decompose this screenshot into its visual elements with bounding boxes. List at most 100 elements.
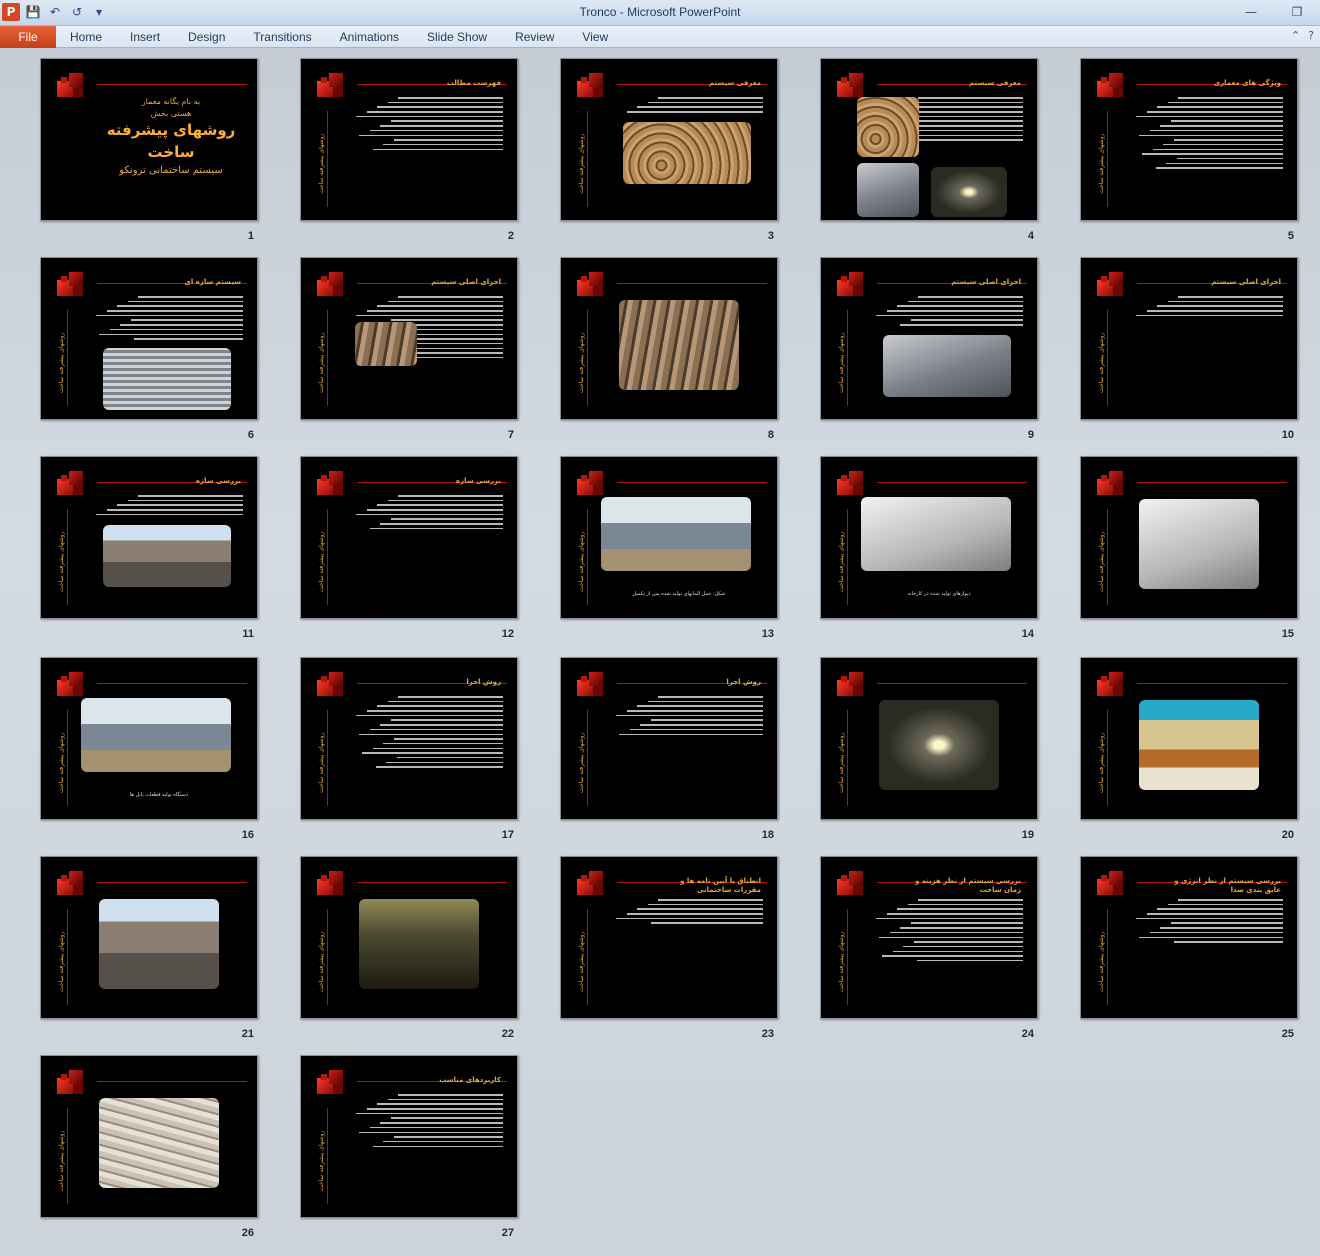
slide-side-label: روشهای پیشرفته ساخت [58,732,65,794]
slide-thumbnail-24[interactable]: روشهای پیشرفته ساخت بررسی سیستم از نظر هز… [820,856,1038,1040]
slide-title-rule [357,882,507,883]
slide-logo [317,272,347,300]
slide-title-rule [1137,482,1287,483]
slide-thumbnail-2[interactable]: روشهای پیشرفته ساخت فهرست مطالب 2 [300,58,518,242]
slide-thumbnail-25[interactable]: روشهای پیشرفته ساخت بررسی سیستم از نظر ان… [1080,856,1298,1040]
slide-logo [577,73,607,101]
tab-home[interactable]: Home [56,26,116,48]
help-icon[interactable]: ? [1308,29,1314,42]
slide-thumbnail-21[interactable]: روشهای پیشرفته ساخت 21 [40,856,258,1040]
slide-canvas[interactable]: روشهای پیشرفته ساخت معرفی سیستم [560,58,778,221]
slide-canvas[interactable]: روشهای پیشرفته ساخت [1080,456,1298,619]
slide-side-label: روشهای پیشرفته ساخت [1098,732,1105,794]
slide-title: معرفی سیستم [709,79,761,87]
ribbon-minimize-icon[interactable]: ⌃ [1291,29,1300,42]
slide-canvas[interactable]: روشهای پیشرفته ساخت اجزای اصلی سیستم [1080,257,1298,420]
slide-logo [57,471,87,499]
slide-number: 21 [241,1028,254,1040]
slide-thumbnail-14[interactable]: روشهای پیشرفته ساخت دیوارهای تولید شده در… [820,456,1038,640]
slide-thumbnail-5[interactable]: روشهای پیشرفته ساخت ویژگی های معماری 5 [1080,58,1298,242]
slide-canvas[interactable]: روشهای پیشرفته ساخت ویژگی های معماری [1080,58,1298,221]
slide-thumbnail-22[interactable]: روشهای پیشرفته ساخت 22 [300,856,518,1040]
slide-title-rule [877,683,1027,684]
tab-slide-show[interactable]: Slide Show [413,26,501,48]
slide-body-text [93,296,243,343]
slide-photo [619,300,739,390]
slide-photo [861,497,1011,571]
slide-logo [837,272,867,300]
slide-canvas[interactable]: روشهای پیشرفته ساخت بررسی سازه [300,456,518,619]
slide-thumbnail-11[interactable]: روشهای پیشرفته ساخت بررسی سازه 11 [40,456,258,640]
slide-number: 12 [501,628,514,640]
slide-thumbnail-3[interactable]: روشهای پیشرفته ساخت معرفی سیستم 3 [560,58,778,242]
slide-photo [1139,499,1259,589]
slide-canvas[interactable]: روشهای پیشرفته ساخت [40,856,258,1019]
slide-thumbnail-27[interactable]: روشهای پیشرفته ساخت کاربردهای مناسب 27 [300,1055,518,1239]
slide-canvas[interactable]: روشهای پیشرفته ساخت فهرست مطالب [300,58,518,221]
slide-canvas[interactable]: روشهای پیشرفته ساخت دستگاه تولید قطعات پا… [40,657,258,820]
slide-side-label: روشهای پیشرفته ساخت [578,931,585,993]
slide-canvas[interactable]: روشهای پیشرفته ساخت [300,856,518,1019]
tab-review[interactable]: Review [501,26,568,48]
slide-canvas[interactable]: روشهای پیشرفته ساخت شکل: حمل المانهای تول… [560,456,778,619]
slide-photo [81,698,231,772]
slide-side-label: روشهای پیشرفته ساخت [838,931,845,993]
slide-thumbnail-9[interactable]: روشهای پیشرفته ساخت اجزای اصلی سیستم 9 [820,257,1038,441]
restore-icon[interactable]: ❐ [1274,0,1320,24]
slide-thumbnail-7[interactable]: روشهای پیشرفته ساخت اجزای اصلی سیستم 7 [300,257,518,441]
slide-canvas[interactable]: روشهای پیشرفته ساخت کاربردهای مناسب [300,1055,518,1218]
slide-canvas[interactable]: روشهای پیشرفته ساخت بررسی سیستم از نظر هز… [820,856,1038,1019]
slide-logo [837,471,867,499]
slide-canvas[interactable]: روشهای پیشرفته ساخت روش اجرا [300,657,518,820]
slide-thumbnail-4[interactable]: معرفی سیستم 4 [820,58,1038,242]
slide-canvas[interactable]: روشهای پیشرفته ساخت دیوارهای تولید شده در… [820,456,1038,619]
slide-title: روش اجرا [466,678,501,686]
slide-title: بررسی سیستم از نظر هزینه و زمان ساخت [915,877,1021,894]
slide-canvas[interactable]: روشهای پیشرفته ساخت بررسی سازه [40,456,258,619]
slide-logo [317,672,347,700]
slide-thumbnail-26[interactable]: روشهای پیشرفته ساخت 26 [40,1055,258,1239]
tab-view[interactable]: View [568,26,622,48]
title-bar: P 💾 ↶ ↺ ▾ Tronco - Microsoft PowerPoint … [0,0,1320,26]
slide-canvas[interactable]: روشهای پیشرفته ساخت [40,1055,258,1218]
slide-canvas[interactable]: روشهای پیشرفته ساخت انطباق با آیین نامه ه… [560,856,778,1019]
slide-canvas[interactable]: روشهای پیشرفته ساخت [560,257,778,420]
slide-thumbnail-19[interactable]: روشهای پیشرفته ساخت 19 [820,657,1038,841]
slide-thumbnail-1[interactable]: به نام یگانه معمار هستی بخش روشهای پیشرفته… [40,58,258,242]
slide-canvas[interactable]: روشهای پیشرفته ساخت بررسی سیستم از نظر ان… [1080,856,1298,1019]
slide-canvas[interactable]: معرفی سیستم [820,58,1038,221]
slide-canvas[interactable]: روشهای پیشرفته ساخت اجزای اصلی سیستم [300,257,518,420]
slide-canvas[interactable]: به نام یگانه معمار هستی بخش روشهای پیشرفته… [40,58,258,221]
slide-thumbnail-18[interactable]: روشهای پیشرفته ساخت روش اجرا 18 [560,657,778,841]
slide-canvas[interactable]: روشهای پیشرفته ساخت اجزای اصلی سیستم [820,257,1038,420]
tab-animations[interactable]: Animations [326,26,413,48]
slide-logo [317,73,347,101]
slide-canvas[interactable]: روشهای پیشرفته ساخت سیستم سازه ای [40,257,258,420]
slide-thumbnail-6[interactable]: روشهای پیشرفته ساخت سیستم سازه ای 6 [40,257,258,441]
slide-canvas[interactable]: روشهای پیشرفته ساخت [1080,657,1298,820]
slide-canvas[interactable]: روشهای پیشرفته ساخت روش اجرا [560,657,778,820]
slide-thumbnail-20[interactable]: روشهای پیشرفته ساخت 20 [1080,657,1298,841]
slide-body-text [613,97,763,116]
slide-canvas[interactable]: روشهای پیشرفته ساخت [820,657,1038,820]
tab-design[interactable]: Design [174,26,239,48]
slide-logo [317,1070,347,1098]
slide-number: 20 [1281,829,1294,841]
slide-thumbnail-16[interactable]: روشهای پیشرفته ساخت دستگاه تولید قطعات پا… [40,657,258,841]
minimize-icon[interactable]: — [1228,0,1274,24]
slide-thumbnail-17[interactable]: روشهای پیشرفته ساخت روش اجرا 17 [300,657,518,841]
tab-file[interactable]: File [0,26,56,48]
slide-number: 22 [501,1028,514,1040]
slide-title: فهرست مطالب [446,79,501,87]
slide-thumbnail-12[interactable]: روشهای پیشرفته ساخت بررسی سازه 12 [300,456,518,640]
slide-thumbnail-13[interactable]: روشهای پیشرفته ساخت شکل: حمل المانهای تول… [560,456,778,640]
tab-transitions[interactable]: Transitions [239,26,325,48]
slide-logo [1097,672,1127,700]
slide-thumbnail-23[interactable]: روشهای پیشرفته ساخت انطباق با آیین نامه ه… [560,856,778,1040]
tab-insert[interactable]: Insert [116,26,174,48]
slide-thumbnail-8[interactable]: روشهای پیشرفته ساخت 8 [560,257,778,441]
slide-thumbnail-10[interactable]: روشهای پیشرفته ساخت اجزای اصلی سیستم 10 [1080,257,1298,441]
slide-thumbnail-15[interactable]: روشهای پیشرفته ساخت 15 [1080,456,1298,640]
slide-title: بررسی سازه [455,477,501,485]
slide-title: ویژگی های معماری [1213,79,1281,87]
